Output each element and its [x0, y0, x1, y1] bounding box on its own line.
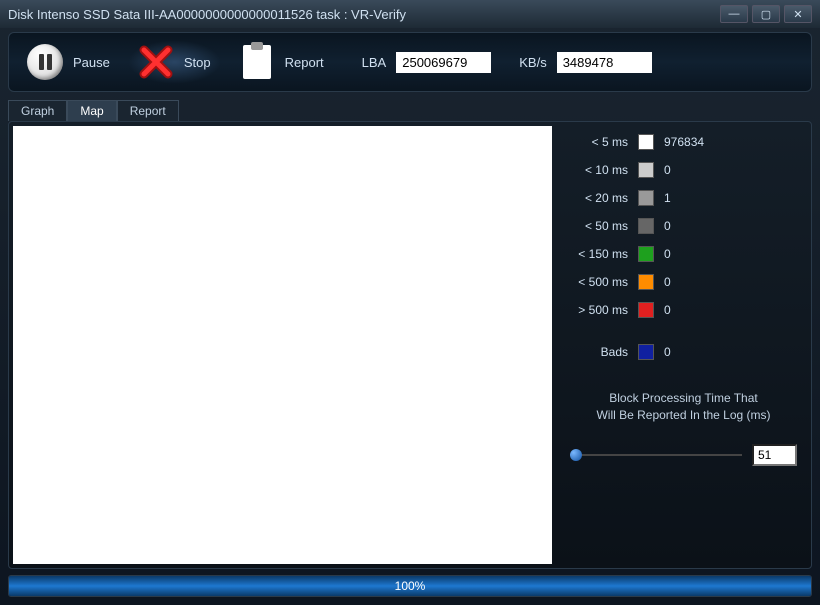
legend-swatch-icon — [638, 190, 654, 206]
legend-swatch-icon — [638, 218, 654, 234]
legend-swatch-icon — [638, 246, 654, 262]
legend-label: < 500 ms — [564, 275, 628, 289]
window-controls: — ▢ ✕ — [720, 5, 812, 23]
legend-panel: < 5 ms976834< 10 ms0< 20 ms1< 50 ms0< 15… — [556, 122, 811, 568]
legend-count: 0 — [664, 247, 671, 261]
lba-input[interactable] — [396, 52, 491, 73]
legend-label: Bads — [564, 345, 628, 359]
tab-report[interactable]: Report — [117, 100, 179, 121]
legend-row: < 50 ms 0 — [564, 218, 803, 234]
stop-icon — [138, 44, 174, 80]
progress-text: 100% — [9, 576, 811, 596]
legend-label: < 5 ms — [564, 135, 628, 149]
tab-map[interactable]: Map — [67, 100, 116, 121]
legend-row: Bads 0 — [564, 344, 803, 360]
legend-count: 976834 — [664, 135, 704, 149]
legend-row: < 500 ms 0 — [564, 274, 803, 290]
map-canvas — [13, 126, 552, 564]
legend-swatch-icon — [638, 344, 654, 360]
legend-row: > 500 ms 0 — [564, 302, 803, 318]
report-label: Report — [285, 55, 324, 70]
threshold-slider-row — [564, 444, 803, 466]
pause-button[interactable]: Pause — [17, 40, 120, 84]
hint-line-1: Block Processing Time That — [564, 390, 803, 407]
content-area: < 5 ms976834< 10 ms0< 20 ms1< 50 ms0< 15… — [8, 121, 812, 569]
tab-bar: Graph Map Report — [8, 100, 812, 121]
legend-label: < 10 ms — [564, 163, 628, 177]
toolbar: Pause Stop Report LBA KB/s — [8, 32, 812, 92]
lba-field-group: LBA — [362, 52, 492, 73]
legend-count: 0 — [664, 303, 671, 317]
legend-count: 0 — [664, 163, 671, 177]
legend-label: < 20 ms — [564, 191, 628, 205]
maximize-button[interactable]: ▢ — [752, 5, 780, 23]
lba-label: LBA — [362, 55, 387, 70]
legend-row: < 5 ms 976834 — [564, 134, 803, 150]
titlebar: Disk Intenso SSD Sata III-AA000000000000… — [0, 0, 820, 28]
legend-count: 0 — [664, 219, 671, 233]
stop-button[interactable]: Stop — [128, 40, 221, 84]
kbs-field-group: KB/s — [519, 52, 651, 73]
tab-graph[interactable]: Graph — [8, 100, 67, 121]
legend-label: > 500 ms — [564, 303, 628, 317]
legend-label: < 150 ms — [564, 247, 628, 261]
legend-row: < 150 ms 0 — [564, 246, 803, 262]
legend-swatch-icon — [638, 302, 654, 318]
slider-thumb-icon — [570, 449, 582, 461]
hint-line-2: Will Be Reported In the Log (ms) — [564, 407, 803, 424]
legend-count: 0 — [664, 345, 671, 359]
legend-row: < 20 ms 1 — [564, 190, 803, 206]
legend-swatch-icon — [638, 134, 654, 150]
legend-swatch-icon — [638, 162, 654, 178]
stop-label: Stop — [184, 55, 211, 70]
pause-icon — [27, 44, 63, 80]
threshold-input[interactable] — [752, 444, 797, 466]
pause-label: Pause — [73, 55, 110, 70]
kbs-label: KB/s — [519, 55, 546, 70]
legend-row: < 10 ms 0 — [564, 162, 803, 178]
close-button[interactable]: ✕ — [784, 5, 812, 23]
kbs-input[interactable] — [557, 52, 652, 73]
report-button[interactable]: Report — [229, 40, 334, 84]
legend-swatch-icon — [638, 274, 654, 290]
slider-hint: Block Processing Time That Will Be Repor… — [564, 390, 803, 424]
window-title: Disk Intenso SSD Sata III-AA000000000000… — [8, 7, 720, 22]
threshold-slider[interactable] — [570, 454, 742, 456]
legend-count: 0 — [664, 275, 671, 289]
minimize-button[interactable]: — — [720, 5, 748, 23]
progress-bar: 100% — [8, 575, 812, 597]
legend-count: 1 — [664, 191, 671, 205]
legend-label: < 50 ms — [564, 219, 628, 233]
report-icon — [239, 44, 275, 80]
